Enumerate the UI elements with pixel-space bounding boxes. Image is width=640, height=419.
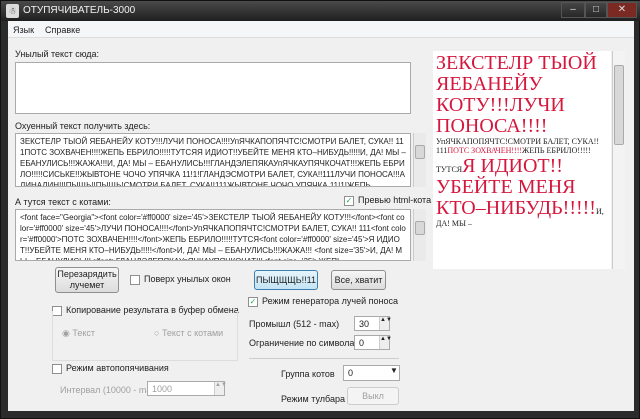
close-button[interactable]: ✕ <box>607 2 637 18</box>
output-label: Охуенный текст получить здесь: <box>15 121 151 131</box>
promysl-label: Промышл (512 - max) <box>249 319 340 329</box>
chevron-down-icon: ▼ <box>390 366 398 375</box>
html-textarea[interactable]: <font face="Georgia"><font color='#ff000… <box>15 209 411 261</box>
reload-button[interactable]: Перезарядить лучемет <box>55 267 119 293</box>
html-preview: ЗЕКСТЕЛР ТЫОЙ ЯЕБАНЕЙУ КОТУ!!!ЛУЧИ ПОНОС… <box>433 51 611 269</box>
on-top-label: Поверх унылых окон <box>144 274 231 284</box>
input-label: Унылый текст сюда: <box>15 49 99 59</box>
limit-spinner[interactable]: 0 ▲▼ <box>354 335 392 350</box>
group-value: 0 <box>348 368 354 378</box>
promysl-value: 30 <box>359 319 370 329</box>
preview-red-text: ЗЕКСТЕЛР ТЫОЙ ЯЕБАНЕЙУ КОТУ!!!ЛУЧИ ПОНОС… <box>436 52 597 137</box>
generator-checkbox[interactable]: ✓ Режим генератора лучей поноса <box>248 296 398 307</box>
group-label: Группа котов <box>281 369 335 379</box>
fire-button[interactable]: ПЫЩЩЩЬ!!11 <box>254 270 318 290</box>
menu-language[interactable]: Язык <box>13 25 34 35</box>
limit-label: Ограничение по символам <box>249 338 361 348</box>
promysl-spinner[interactable]: 30 ▲▼ <box>354 316 392 331</box>
spinner-arrows-icon[interactable]: ▲▼ <box>214 382 227 395</box>
client-area: Язык Справке Унылый текст сюда: Охуенный… <box>8 21 634 411</box>
group-select[interactable]: 0 ▼ <box>343 365 400 381</box>
title-bar: ☃ ОТУПЯЧИВАТЕЛЬ-3000 – □ ✕ <box>1 1 640 21</box>
stop-button[interactable]: Все, хватит <box>331 270 386 290</box>
window-title: ОТУПЯЧИВАТЕЛЬ-3000 <box>23 5 136 16</box>
spinner-arrows-icon[interactable]: ▲▼ <box>379 317 392 330</box>
interval-label: Интервал (10000 - max) <box>60 385 159 395</box>
maximize-button[interactable]: □ <box>585 2 607 18</box>
interval-spinner[interactable]: 1000 ▲▼ <box>147 381 227 396</box>
html-label: А тутся текст с котами: <box>15 197 111 207</box>
limit-value: 0 <box>359 338 365 348</box>
minimize-button[interactable]: – <box>561 2 585 18</box>
on-top-checkbox[interactable]: Поверх унылых окон <box>130 274 231 285</box>
output-textarea[interactable]: ЗЕКСТЕЛР ТЫОЙ ЯЕБАНЕЙУ КОТУ!!!ЛУЧИ ПОНОС… <box>15 133 411 187</box>
radio-cats[interactable]: ○ Текст с котами <box>154 328 223 338</box>
menu-bar: Язык Справке <box>8 21 634 38</box>
html-scrollbar[interactable] <box>413 209 426 261</box>
radio-text-label: Текст <box>72 328 96 338</box>
check-icon: ✓ <box>344 195 354 206</box>
toolbar-button[interactable]: Выкл <box>347 387 399 405</box>
preview-scrollbar[interactable] <box>612 51 625 269</box>
radio-text[interactable]: ◉ Текст <box>62 328 95 339</box>
auto-label: Режим автопопячивания <box>66 363 169 373</box>
output-scrollbar[interactable] <box>413 133 426 187</box>
spinner-arrows-icon[interactable]: ▲▼ <box>379 336 392 349</box>
divider <box>249 358 399 359</box>
toolbar-label: Режим тулбара <box>281 394 345 404</box>
radio-cats-label: Текст с котами <box>161 328 224 338</box>
preview-html-checkbox[interactable]: ✓ Превью html-кота <box>344 195 431 206</box>
interval-value: 1000 <box>152 384 173 394</box>
input-textarea[interactable] <box>15 62 411 114</box>
app-window: ☃ ОТУПЯЧИВАТЕЛЬ-3000 – □ ✕ Язык Справке … <box>0 0 640 419</box>
menu-help[interactable]: Справке <box>45 25 80 35</box>
generator-label: Режим генератора лучей поноса <box>262 296 398 306</box>
preview-html-label: Превью html-кота <box>358 195 432 205</box>
auto-checkbox[interactable]: Режим автопопячивания <box>52 363 169 374</box>
app-icon: ☃ <box>6 4 19 18</box>
